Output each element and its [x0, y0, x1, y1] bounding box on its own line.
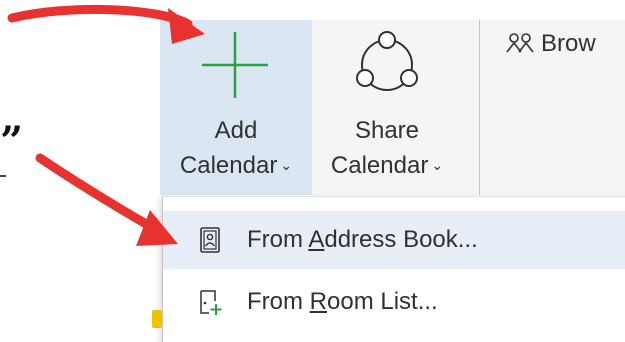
annotation-arrow-bottom-icon [35, 153, 178, 246]
